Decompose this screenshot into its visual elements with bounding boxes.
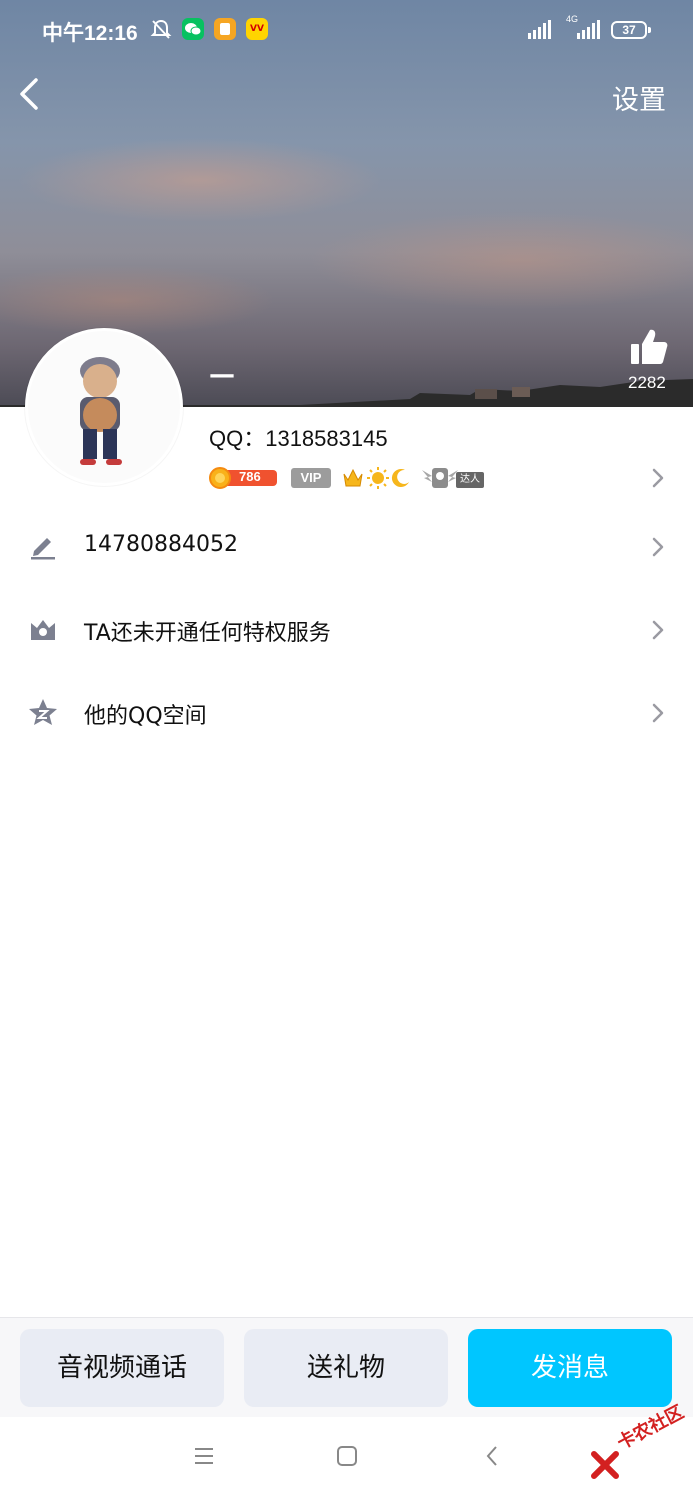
chevron-right-icon[interactable]: [650, 465, 666, 491]
status-bar: 中午12:16 VV 4G 37: [0, 0, 693, 62]
star-z-icon: [29, 699, 57, 725]
battery-indicator: 37: [611, 21, 651, 39]
vv-app-icon: VV: [246, 18, 268, 40]
row-label: TA还未开通任何特权服务: [84, 621, 331, 646]
row-signature[interactable]: 14780884052: [0, 512, 693, 582]
sun-icon[interactable]: [367, 466, 389, 490]
thumbs-up-icon[interactable]: [628, 326, 670, 368]
signal-4g-icon: [577, 20, 600, 39]
video-call-button[interactable]: 音视频通话: [20, 1329, 224, 1407]
row-label: 他的QQ空间: [84, 704, 207, 729]
crown-shield-icon: [31, 620, 55, 640]
bottom-action-bar: 音视频通话 送礼物 发消息: [0, 1317, 693, 1418]
qq-number: QQ：1318583145: [209, 426, 388, 451]
nickname: —: [209, 360, 235, 390]
bell-off-icon: [150, 19, 172, 39]
vip-badge[interactable]: VIP: [291, 468, 331, 488]
moon-icon[interactable]: [391, 466, 411, 490]
pencil-icon: [31, 538, 55, 560]
send-gift-button[interactable]: 送礼物: [244, 1329, 448, 1407]
chevron-right-icon: [652, 703, 664, 723]
crown-icon[interactable]: [342, 466, 364, 490]
watermark-logo-icon: [591, 1451, 619, 1479]
wechat-icon: [182, 18, 204, 40]
like-count: 2282: [628, 373, 666, 392]
notes-icon: [214, 18, 236, 40]
avatar[interactable]: [25, 328, 183, 486]
back-arrow-icon[interactable]: [14, 74, 50, 114]
row-qzone[interactable]: 他的QQ空间: [0, 678, 693, 748]
avatar-figure-image: [80, 357, 122, 465]
winged-badge-icon: [422, 468, 458, 488]
expert-label: 达人: [456, 472, 484, 488]
coin-level-badge[interactable]: 786: [209, 466, 279, 490]
coin-level-value: 786: [239, 469, 261, 484]
chevron-right-icon: [652, 620, 664, 640]
menu-icon[interactable]: [193, 1445, 215, 1467]
row-label: 14780884052: [84, 532, 238, 557]
row-privilege[interactable]: TA还未开通任何特权服务: [0, 595, 693, 665]
nav-back-icon[interactable]: [482, 1445, 504, 1467]
watermark: 卡农社区: [590, 1402, 687, 1482]
signal-icon: [528, 20, 551, 39]
home-icon[interactable]: [336, 1445, 358, 1467]
status-time: 中午12:16: [42, 22, 138, 45]
send-message-button[interactable]: 发消息: [468, 1329, 672, 1407]
settings-button[interactable]: 设置: [612, 78, 666, 117]
expert-badge[interactable]: 达人: [420, 466, 486, 490]
chevron-right-icon: [652, 537, 664, 557]
